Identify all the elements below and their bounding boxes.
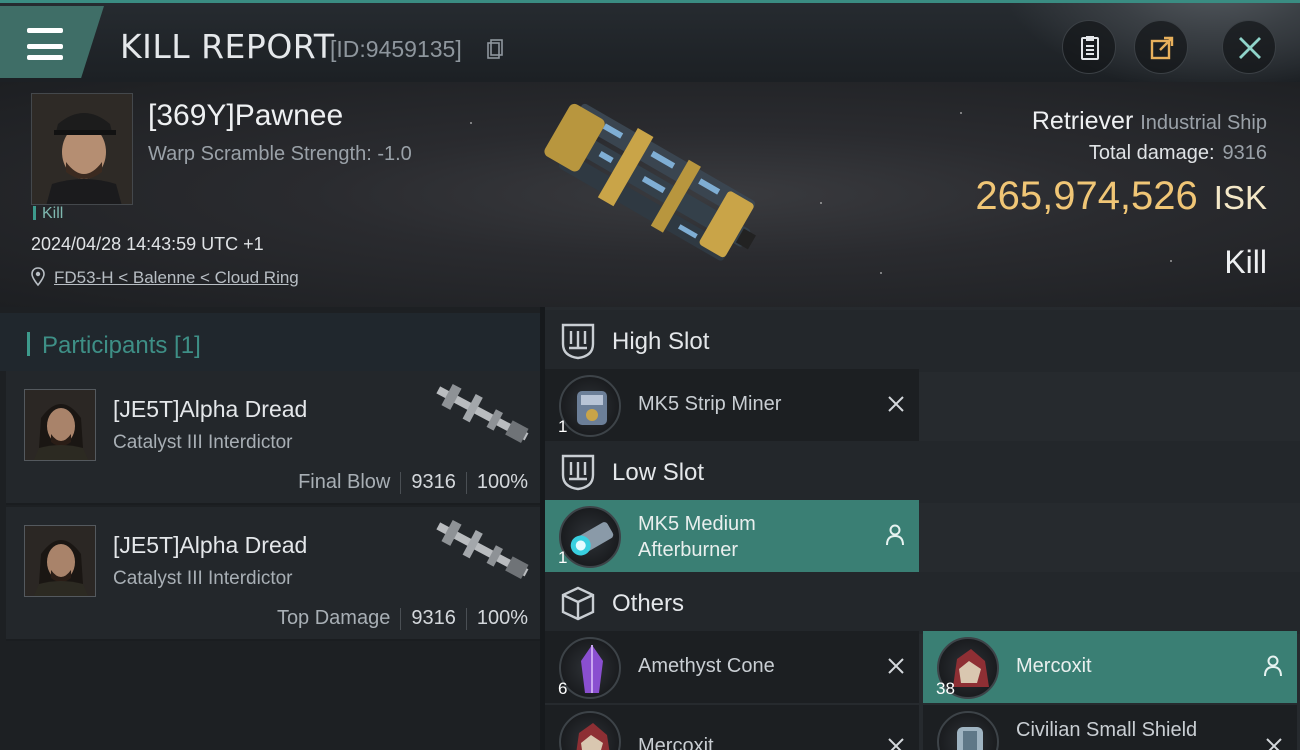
destroyed-icon: [1266, 738, 1282, 750]
fitting-item[interactable]: 1 MK5 Medium Afterburner: [545, 500, 919, 572]
participant-name[interactable]: [JE5T]Alpha Dread: [113, 396, 307, 423]
afterburner-icon: [559, 506, 621, 568]
participants-header: Participants [1]: [0, 313, 540, 371]
high-slot-icon: [561, 323, 595, 360]
report-id: [ID:9459135]: [330, 36, 462, 62]
victim-avatar[interactable]: [31, 93, 133, 205]
participant-role: Final Blow: [298, 471, 391, 493]
isk-value: 265,974,526 ISK: [975, 174, 1267, 219]
victim-panel: [369Y]Pawnee Warp Scramble Strength: -1.…: [0, 82, 1300, 307]
item-quantity: 6: [558, 679, 568, 698]
item-name: Mercoxit: [638, 735, 714, 750]
destroyed-icon: [888, 396, 904, 412]
low-slot-title: Low Slot: [612, 459, 705, 486]
share-button[interactable]: [1134, 20, 1188, 74]
hamburger-icon: [27, 26, 63, 60]
page-title: KILL REPORT: [120, 27, 335, 66]
item-name: Mercoxit: [1016, 655, 1092, 677]
participant-avatar[interactable]: [24, 525, 96, 597]
strip-miner-icon: [559, 375, 621, 437]
participant-ship: Catalyst III Interdictor: [113, 432, 293, 453]
ship-name: Retriever: [1031, 107, 1134, 135]
low-slot-icon: [561, 454, 595, 491]
dropped-icon: [1264, 655, 1282, 677]
fitting-item[interactable]: 38 Mercoxit: [923, 631, 1297, 703]
participant-ship-icon: [436, 519, 529, 579]
divider: [465, 607, 467, 630]
cargo-box-icon: [561, 586, 595, 621]
participant-ship: Catalyst III Interdictor: [113, 568, 293, 589]
kill-result: Kill: [1224, 244, 1267, 280]
participant-avatar[interactable]: [24, 389, 96, 461]
fitting-panel: High Slot 1 MK5 Strip Miner Low Slot 1 M…: [545, 307, 1300, 750]
participant-stats: Top Damage 9316 100%: [277, 607, 528, 630]
mercoxit-icon: [559, 711, 621, 750]
participant-name[interactable]: [JE5T]Alpha Dread: [113, 532, 307, 559]
menu-button[interactable]: [0, 6, 104, 78]
participant-stats: Final Blow 9316 100%: [298, 471, 528, 494]
victim-ship-render: [544, 103, 756, 261]
kill-tag: Kill: [33, 205, 63, 223]
warp-scramble-strength: Warp Scramble Strength: -1.0: [148, 143, 412, 165]
participant-ship-icon: [436, 383, 529, 443]
participants-title: Participants [1]: [27, 332, 201, 360]
fitting-item[interactable]: Civilian Small Shield: [923, 705, 1297, 750]
item-quantity: 1: [558, 548, 568, 567]
amethyst-cone-icon: [559, 637, 621, 699]
item-quantity: 38: [936, 679, 955, 698]
total-damage: Total damage: 9316: [1089, 142, 1267, 165]
divider: [400, 607, 402, 630]
divider: [400, 471, 402, 494]
shield-module-icon: [937, 711, 999, 750]
title-bar: KILL REPORT [ID:9459135]: [0, 0, 1300, 85]
item-name: MK5 Medium Afterburner: [638, 513, 756, 561]
location-pin-icon: [31, 267, 45, 287]
isk-unit: ISK: [1213, 179, 1267, 216]
close-icon: [1239, 37, 1261, 59]
dropped-icon: [886, 524, 904, 546]
participant-percent: 100%: [476, 607, 528, 629]
total-damage-value: 9316: [1222, 142, 1268, 164]
item-quantity: 1: [558, 417, 568, 436]
clipboard-icon: [1081, 36, 1099, 60]
destroyed-icon: [888, 738, 904, 750]
participant-row[interactable]: [JE5T]Alpha Dread Catalyst III Interdict…: [6, 371, 540, 505]
participant-role: Top Damage: [276, 607, 391, 629]
location-link[interactable]: FD53-H < Balenne < Cloud Ring: [54, 268, 299, 288]
item-name: Civilian Small Shield: [1016, 719, 1198, 741]
share-icon: [1150, 36, 1174, 60]
fitting-item[interactable]: 1 MK5 Strip Miner: [545, 369, 919, 441]
participant-damage: 9316: [411, 607, 456, 629]
fitting-item[interactable]: Mercoxit: [545, 705, 919, 750]
clipboard-button[interactable]: [1062, 20, 1116, 74]
high-slot-header: High Slot: [545, 310, 1300, 372]
divider: [465, 471, 467, 494]
total-damage-label: Total damage:: [1088, 142, 1215, 164]
participant-percent: 100%: [476, 471, 528, 493]
participant-row[interactable]: [JE5T]Alpha Dread Catalyst III Interdict…: [6, 507, 540, 641]
item-name: Amethyst Cone: [638, 655, 775, 677]
copy-icon[interactable]: [487, 39, 503, 59]
victim-ship[interactable]: Retriever Industrial Ship: [1032, 107, 1267, 136]
participant-damage: 9316: [411, 471, 456, 493]
destroyed-icon: [888, 658, 904, 674]
others-title: Others: [612, 590, 685, 617]
item-name: MK5 Strip Miner: [638, 393, 782, 415]
kill-timestamp: 2024/04/28 14:43:59 UTC +1: [31, 234, 264, 254]
isk-amount: 265,974,526: [975, 174, 1198, 218]
ship-class: Industrial Ship: [1140, 112, 1267, 134]
high-slot-title: High Slot: [612, 328, 710, 355]
fitting-item[interactable]: 6 Amethyst Cone: [545, 631, 919, 703]
victim-name[interactable]: [369Y]Pawnee: [148, 99, 343, 133]
low-slot-header: Low Slot: [545, 441, 1300, 503]
others-header: Others: [545, 572, 1300, 634]
close-button[interactable]: [1222, 20, 1276, 74]
participants-panel: Participants [1] [JE5T]Alpha Dread Catal…: [0, 307, 540, 750]
